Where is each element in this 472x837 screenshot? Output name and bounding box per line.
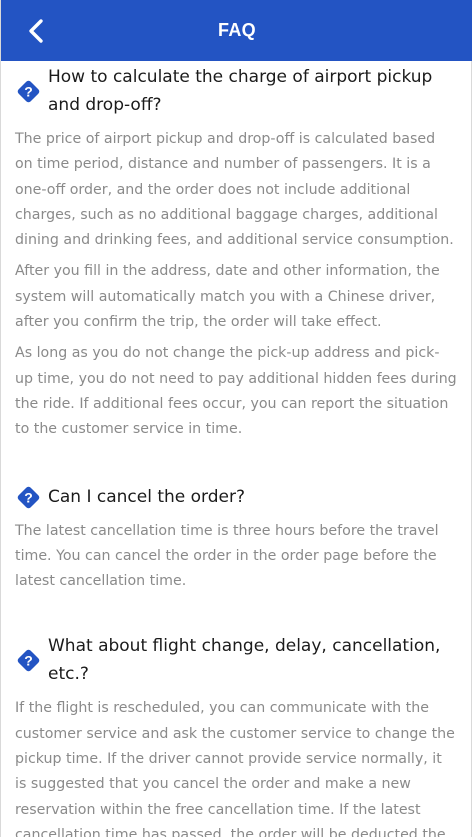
faq-item: ? What about flight change, delay, cance… xyxy=(1,594,471,837)
faq-item: ? Can I cancel the order? The latest can… xyxy=(1,443,471,595)
faq-answer: After you fill in the address, date and … xyxy=(15,263,440,331)
question-diamond-icon: ? xyxy=(17,80,40,103)
chevron-left-icon[interactable] xyxy=(23,17,51,45)
faq-answer: The latest cancellation time is three ho… xyxy=(15,522,439,590)
faq-question: What about flight change, delay, cancell… xyxy=(48,636,441,685)
faq-answer: The price of airport pickup and drop-off… xyxy=(15,131,454,249)
page-title: FAQ xyxy=(218,20,256,40)
faq-list: ? How to calculate the charge of airport… xyxy=(1,61,471,837)
faq-question: How to calculate the charge of airport p… xyxy=(48,67,433,115)
svg-text:?: ? xyxy=(24,489,33,505)
faq-question-row: ? How to calculate the charge of airport… xyxy=(15,63,457,119)
svg-text:?: ? xyxy=(24,653,33,669)
question-diamond-icon: ? xyxy=(17,650,40,672)
faq-answer: If the flight is rescheduled, you can co… xyxy=(15,700,455,837)
faq-answer: As long as you do not change the pick-up… xyxy=(15,345,457,438)
faq-question: Can I cancel the order? xyxy=(48,486,246,507)
faq-item: ? How to calculate the charge of airport… xyxy=(1,61,471,443)
top-nav-bar: FAQ xyxy=(1,0,472,61)
question-diamond-icon: ? xyxy=(17,486,40,508)
svg-text:?: ? xyxy=(24,84,33,100)
faq-question-row: ? What about flight change, delay, cance… xyxy=(15,632,457,688)
faq-question-row: ? Can I cancel the order? xyxy=(15,483,457,511)
